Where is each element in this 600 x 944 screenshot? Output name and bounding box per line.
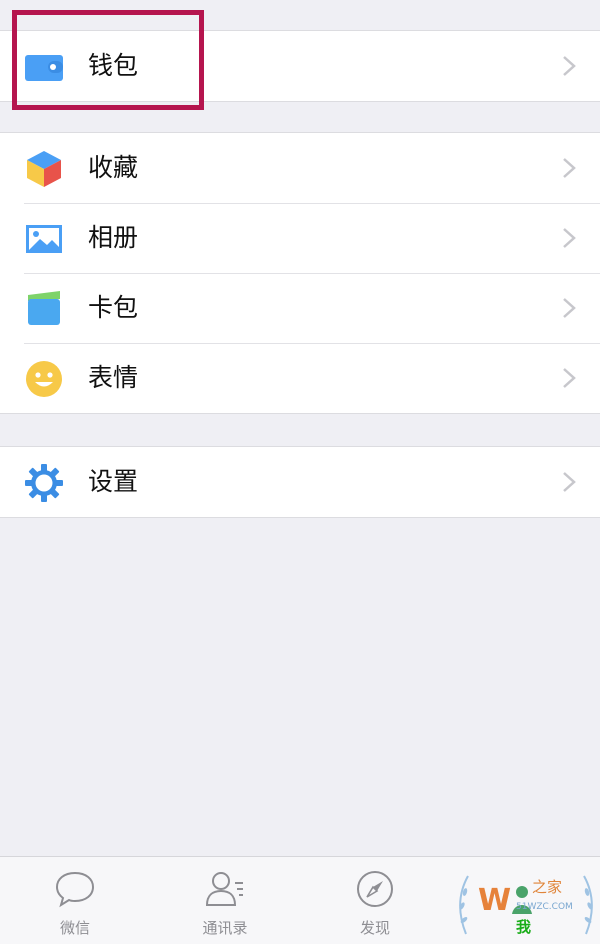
chevron-right-icon bbox=[563, 228, 576, 248]
gear-icon bbox=[25, 464, 63, 502]
tab-me[interactable]: 我 bbox=[516, 916, 531, 937]
chevron-right-icon bbox=[563, 368, 576, 388]
highlight-box bbox=[12, 10, 204, 110]
tab-chats[interactable]: 微信 bbox=[0, 857, 150, 944]
compass-icon bbox=[357, 871, 393, 907]
contacts-icon bbox=[205, 872, 243, 906]
menu-item-label: 收藏 bbox=[88, 153, 139, 182]
card-pack-icon bbox=[28, 291, 60, 325]
menu-item-favorites[interactable]: 收藏 bbox=[0, 133, 600, 203]
tab-discover[interactable]: 发现 bbox=[300, 857, 450, 944]
menu-item-card-pack[interactable]: 卡包 bbox=[0, 273, 600, 343]
menu-item-album[interactable]: 相册 bbox=[0, 203, 600, 273]
tab-contacts[interactable]: 通讯录 bbox=[150, 857, 300, 944]
features-group: 收藏 相册 卡包 表情 bbox=[0, 132, 600, 414]
tab-label: 通讯录 bbox=[202, 919, 248, 937]
menu-item-label: 设置 bbox=[88, 467, 139, 496]
menu-item-stickers[interactable]: 表情 bbox=[0, 343, 600, 413]
tab-label: 发现 bbox=[359, 919, 390, 937]
chevron-right-icon bbox=[563, 298, 576, 318]
settings-group: 设置 bbox=[0, 446, 600, 518]
watermark-domain: 51WZC.COM bbox=[516, 902, 573, 912]
svg-text:W: W bbox=[478, 883, 511, 918]
chevron-right-icon bbox=[563, 472, 576, 492]
tab-label: 微信 bbox=[59, 919, 90, 937]
menu-item-label: 卡包 bbox=[88, 293, 139, 322]
favorites-cube-icon bbox=[27, 151, 61, 187]
chat-bubble-icon bbox=[55, 871, 95, 908]
chevron-right-icon bbox=[563, 158, 576, 178]
chevron-right-icon bbox=[563, 56, 576, 76]
menu-item-settings[interactable]: 设置 bbox=[0, 447, 600, 517]
album-image-icon bbox=[26, 225, 62, 253]
sticker-smiley-icon bbox=[26, 361, 62, 397]
menu-item-label: 相册 bbox=[88, 223, 139, 252]
watermark-title: 之家 bbox=[532, 878, 563, 896]
menu-item-label: 表情 bbox=[88, 363, 139, 392]
